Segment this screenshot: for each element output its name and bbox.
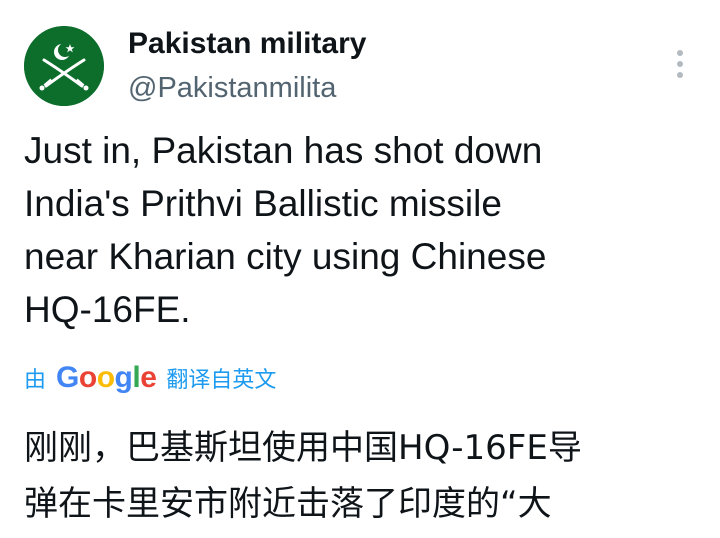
translated-by-google-link[interactable]: 由 Google 翻译自英文 [24, 358, 276, 398]
author-handle[interactable]: @Pakistanmilita [128, 68, 366, 108]
author-display-name[interactable]: Pakistan military [128, 24, 366, 64]
crossed-swords-crescent-icon [24, 26, 104, 106]
translated-text: 刚刚，巴基斯坦使用中国HQ-16FE导 弹在卡里安市附近击落了印度的“大 [24, 428, 582, 524]
translate-suffix: 翻译自英文 [166, 368, 277, 393]
more-options-button[interactable] [672, 46, 688, 82]
translate-prefix: 由 [24, 368, 47, 393]
tweet-header: Pakistan military @Pakistanmilita [24, 24, 696, 108]
tweet-text: Just in, Pakistan has shot down India's … [24, 130, 547, 330]
more-vertical-icon [677, 50, 683, 78]
tweet-card: Pakistan military @Pakistanmilita Just i… [0, 0, 720, 538]
author-names: Pakistan military @Pakistanmilita [128, 24, 366, 108]
avatar[interactable] [24, 26, 104, 106]
google-logo: Google [56, 361, 157, 394]
